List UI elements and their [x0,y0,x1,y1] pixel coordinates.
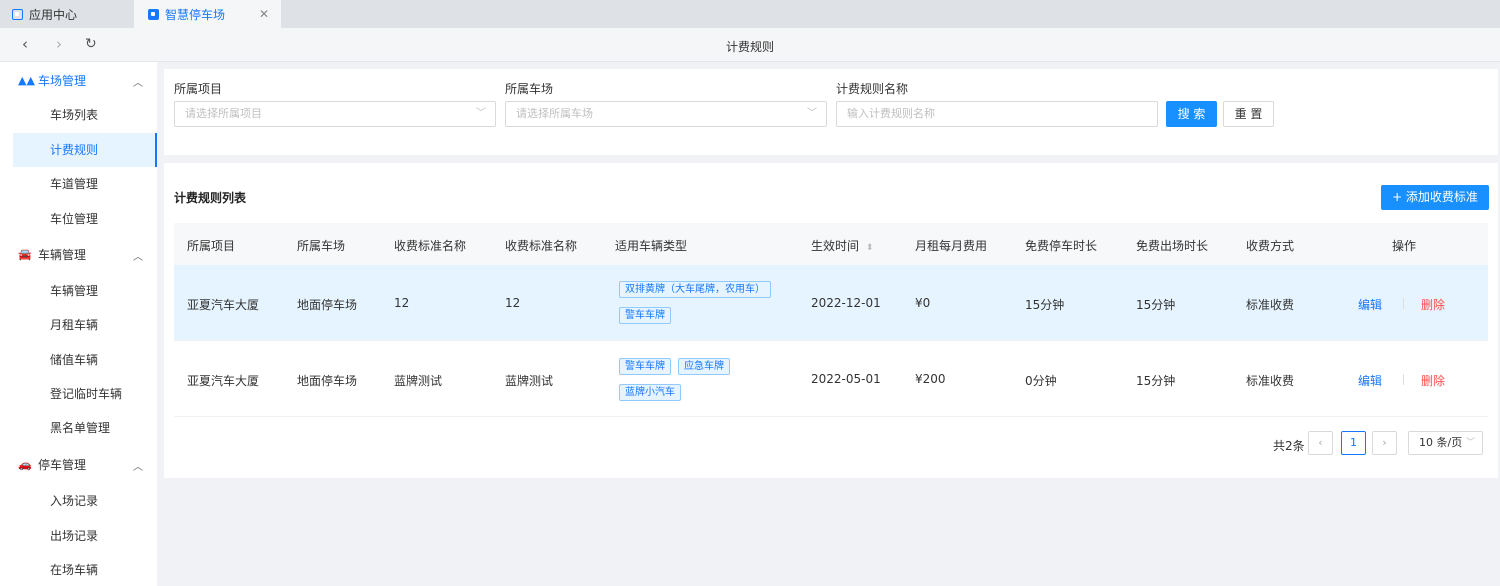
sidebar-item-lot-list[interactable]: 车场列表 [0,98,157,132]
road-icon: ▲▲ [18,73,35,87]
chevron-down-icon: ﹀ [1465,438,1475,448]
column-header: 收费方式 [1246,239,1295,253]
column-header: 操作 [1392,239,1417,253]
search-button[interactable]: 搜 索 [1166,101,1217,127]
action-divider [1403,374,1404,385]
vehicle-type-tag: 警车车牌 [619,307,671,324]
chevron-down-icon: ﹀ [807,108,817,119]
table-header: 所属项目 所属车场 收费标准名称 收费标准名称 适用车辆类型 生效时间 ⬍ 月租… [174,223,1488,265]
column-header: 免费出场时长 [1136,239,1209,253]
sidebar-group-lot-management[interactable]: ▲▲ 车场管理 ︿ [0,62,157,98]
page-title: 计费规则 [725,40,774,54]
smart-parking-icon [148,8,159,20]
action-divider [1403,298,1404,309]
delete-button[interactable]: 删除 [1421,296,1445,313]
sidebar-item-space-management[interactable]: 车位管理 [0,202,157,236]
edit-button[interactable]: 编辑 [1358,372,1382,389]
lot-label: 所属车场 [505,82,554,96]
vehicle-type-tag: 警车车牌 [619,358,671,375]
sidebar-item-blacklist[interactable]: 黑名单管理 [0,411,157,445]
project-label: 所属项目 [174,82,223,96]
sidebar-group-vehicle-management[interactable]: 🚘 车辆管理 ︿ [0,236,157,272]
browser-tab-bar: 应用中心 智慧停车场 ✕ [0,0,1500,28]
list-title: 计费规则列表 [174,191,247,205]
chevron-down-icon: ﹀ [476,108,486,119]
filter-panel: 所属项目 请选择所属项目 ﹀ 所属车场 请选择所属车场 ﹀ 计费规则名称 输入计… [164,69,1498,155]
parking-icon: 🚗 [18,457,32,471]
table-row[interactable]: 亚夏汽车大厦 地面停车场 12 12 双排黄牌（大车尾牌，农用车） 警车车牌 2… [174,265,1488,341]
list-panel: 计费规则列表 + 添加收费标准 所属项目 所属车场 收费标准名称 收费标准名称 … [164,163,1498,478]
rule-name-label: 计费规则名称 [836,82,909,96]
sidebar-item-vehicles-in-lot[interactable]: 在场车辆 [0,553,157,586]
sidebar-item-exit-records[interactable]: 出场记录 [0,519,157,553]
column-header: 所属项目 [187,239,236,253]
sidebar-group-label: 车辆管理 [38,247,87,262]
vehicle-type-tag: 蓝牌小汽车 [619,384,681,401]
sidebar-item-entry-records[interactable]: 入场记录 [0,484,157,518]
sidebar-item-lane-management[interactable]: 车道管理 [0,167,157,201]
project-select[interactable]: 请选择所属项目 ﹀ [174,101,496,127]
sidebar-item-monthly-vehicles[interactable]: 月租车辆 [0,308,157,342]
table-row[interactable]: 亚夏汽车大厦 地面停车场 蓝牌测试 蓝牌测试 警车车牌 应急车牌 蓝牌小汽车 2… [174,341,1488,417]
page-size-select[interactable]: 10 条/页 ﹀ [1408,431,1483,455]
tab-smart-parking[interactable]: 智慧停车场 ✕ [134,0,281,28]
sidebar-item-prepaid-vehicles[interactable]: 储值车辆 [0,343,157,377]
tab-label: 应用中心 [29,7,78,22]
tab-label: 智慧停车场 [165,7,226,22]
close-icon[interactable]: ✕ [259,7,269,21]
column-header: 所属车场 [297,239,346,253]
chevron-up-icon: ︿ [133,78,143,89]
sort-icon[interactable]: ⬍ [866,243,874,253]
sidebar-item-temp-vehicles[interactable]: 登记临时车辆 [0,377,157,411]
chevron-up-icon: ︿ [133,252,143,263]
vehicle-type-tag: 应急车牌 [678,358,730,375]
lot-select[interactable]: 请选择所属车场 ﹀ [505,101,827,127]
column-header: 免费停车时长 [1025,239,1098,253]
app-center-icon [12,8,23,20]
column-header: 适用车辆类型 [615,239,688,253]
edit-button[interactable]: 编辑 [1358,296,1382,313]
column-header: 月租每月费用 [915,239,988,253]
column-header: 收费标准名称 [505,239,578,253]
reset-button[interactable]: 重 置 [1223,101,1274,127]
chevron-up-icon: ︿ [133,462,143,473]
column-header-sortable[interactable]: 生效时间 ⬍ [811,237,873,254]
prev-page-button[interactable]: ‹ [1308,431,1333,455]
sidebar-group-parking-management[interactable]: 🚗 停车管理 ︿ [0,446,157,482]
sidebar: ▲▲ 车场管理 ︿ 车场列表 计费规则 车道管理 车位管理 🚘 车辆管理 ︿ 车… [0,62,157,586]
sidebar-item-billing-rules[interactable]: 计费规则 [13,133,157,167]
sidebar-item-vehicles[interactable]: 车辆管理 [0,274,157,308]
navigation-bar: ‹ › ↻ 计费规则 [0,28,1500,62]
add-fee-standard-button[interactable]: + 添加收费标准 [1381,185,1489,210]
rule-name-input[interactable]: 输入计费规则名称 [836,101,1158,127]
page-number-button[interactable]: 1 [1341,431,1366,455]
next-page-button[interactable]: › [1372,431,1397,455]
tab-app-center[interactable]: 应用中心 [0,0,132,28]
pagination-total: 共2条 [1273,439,1305,453]
sidebar-group-label: 车场管理 [38,73,87,88]
car-icon: 🚘 [18,247,32,261]
column-header: 收费标准名称 [394,239,467,253]
sidebar-group-label: 停车管理 [38,457,87,472]
vehicle-type-tag: 双排黄牌（大车尾牌，农用车） [619,281,771,298]
delete-button[interactable]: 删除 [1421,372,1445,389]
